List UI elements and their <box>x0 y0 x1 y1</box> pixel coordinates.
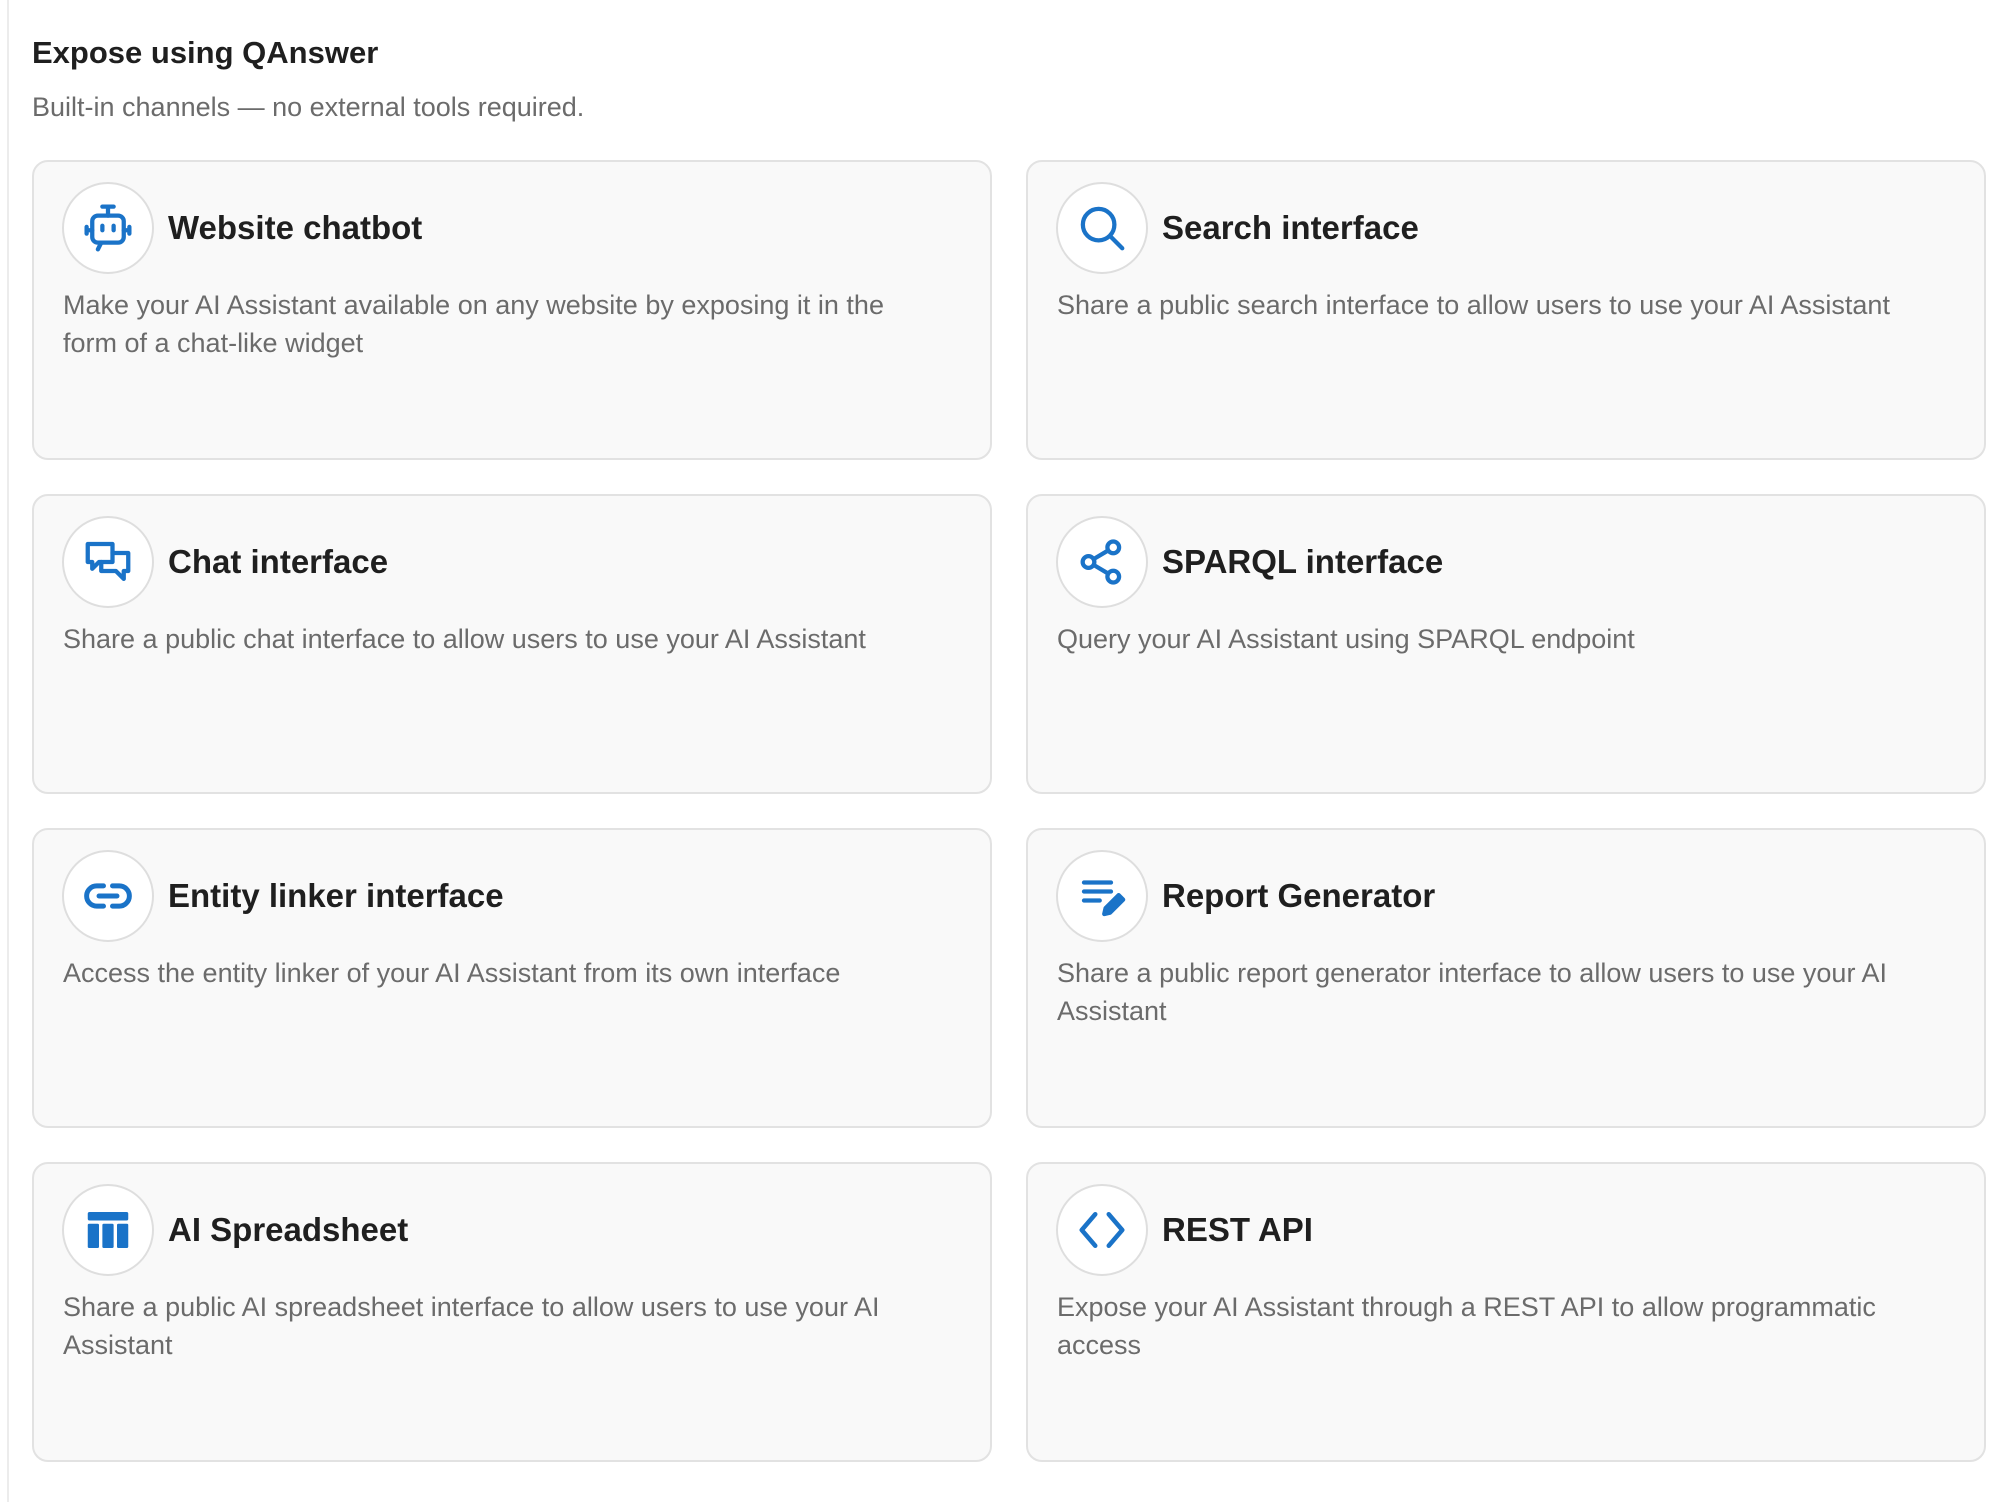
channel-grid: Website chatbot Make your AI Assistant a… <box>32 160 1990 1462</box>
card-title: Search interface <box>1162 209 1419 246</box>
card-title: REST API <box>1162 1211 1313 1248</box>
search-icon <box>1056 182 1148 274</box>
card-title: Report Generator <box>1162 877 1436 914</box>
channel-card-report-generator[interactable]: Report Generator Share a public report g… <box>1026 828 1986 1128</box>
robot-icon <box>62 182 154 274</box>
channel-card-entity-linker[interactable]: Entity linker interface Access the entit… <box>32 828 992 1128</box>
channel-card-ai-spreadsheet[interactable]: AI Spreadsheet Share a public AI spreads… <box>32 1162 992 1462</box>
channel-card-chat-interface[interactable]: Chat interface Share a public chat inter… <box>32 494 992 794</box>
channel-card-sparql-interface[interactable]: SPARQL interface Query your AI Assistant… <box>1026 494 1986 794</box>
table-icon <box>62 1184 154 1276</box>
left-divider <box>7 0 9 1502</box>
card-description: Share a public search interface to allow… <box>1057 290 1890 320</box>
chat-bubbles-icon <box>62 516 154 608</box>
card-title: SPARQL interface <box>1162 543 1444 580</box>
share-nodes-icon <box>1056 516 1148 608</box>
channel-card-rest-api[interactable]: REST API Expose your AI Assistant throug… <box>1026 1162 1986 1462</box>
card-title: AI Spreadsheet <box>168 1211 409 1248</box>
card-description: Share a public report generator interfac… <box>1057 958 1887 1026</box>
card-title: Entity linker interface <box>168 877 504 914</box>
card-description: Share a public chat interface to allow u… <box>63 624 866 654</box>
card-description: Query your AI Assistant using SPARQL end… <box>1057 624 1635 654</box>
card-description: Make your AI Assistant available on any … <box>63 290 884 358</box>
channel-card-website-chatbot[interactable]: Website chatbot Make your AI Assistant a… <box>32 160 992 460</box>
link-icon <box>62 850 154 942</box>
card-description: Share a public AI spreadsheet interface … <box>63 1292 880 1360</box>
section-title: Expose using QAnswer <box>32 35 379 70</box>
card-description: Expose your AI Assistant through a REST … <box>1057 1292 1876 1360</box>
card-description: Access the entity linker of your AI Assi… <box>63 958 841 988</box>
card-title: Website chatbot <box>168 209 423 246</box>
edit-notes-icon <box>1056 850 1148 942</box>
code-brackets-icon <box>1056 1184 1148 1276</box>
channel-card-search-interface[interactable]: Search interface Share a public search i… <box>1026 160 1986 460</box>
section-subtitle: Built-in channels — no external tools re… <box>32 92 585 122</box>
card-title: Chat interface <box>168 543 389 580</box>
